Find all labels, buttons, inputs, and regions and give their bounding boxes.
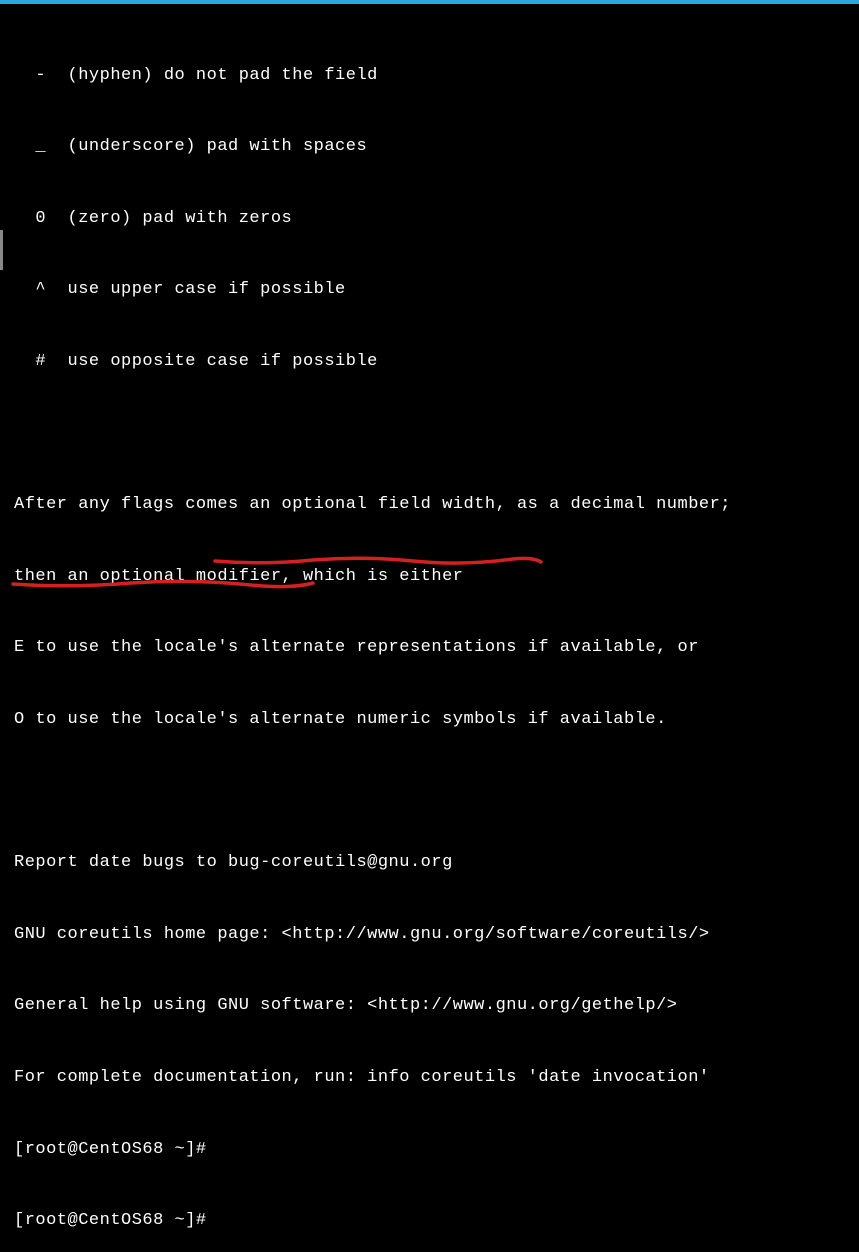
help-flag-line: # use opposite case if possible	[14, 350, 849, 374]
help-footer-line: General help using GNU software: <http:/…	[14, 994, 849, 1018]
shell-prompt: [root@CentOS68 ~]#	[14, 1211, 207, 1230]
terminal-viewport[interactable]: - (hyphen) do not pad the field _ (under…	[0, 4, 859, 1252]
blank-line	[14, 422, 849, 446]
help-paragraph-line: E to use the locale's alternate represen…	[14, 636, 849, 660]
help-flag-line: 0 (zero) pad with zeros	[14, 207, 849, 231]
help-flag-line: _ (underscore) pad with spaces	[14, 135, 849, 159]
help-flag-line: - (hyphen) do not pad the field	[14, 64, 849, 88]
help-footer-line: For complete documentation, run: info co…	[14, 1066, 849, 1090]
help-footer-line: Report date bugs to bug-coreutils@gnu.or…	[14, 851, 849, 875]
scrollbar-thumb[interactable]	[0, 230, 3, 270]
help-paragraph-line: After any flags comes an optional field …	[14, 493, 849, 517]
shell-prompt: [root@CentOS68 ~]#	[14, 1140, 207, 1159]
blank-line	[14, 780, 849, 804]
prompt-line: [root@CentOS68 ~]#	[14, 1209, 849, 1233]
help-footer-line: GNU coreutils home page: <http://www.gnu…	[14, 923, 849, 947]
prompt-line: [root@CentOS68 ~]#	[14, 1138, 849, 1162]
help-paragraph-line: O to use the locale's alternate numeric …	[14, 708, 849, 732]
help-paragraph-line: then an optional modifier, which is eith…	[14, 565, 849, 589]
help-flag-line: ^ use upper case if possible	[14, 278, 849, 302]
